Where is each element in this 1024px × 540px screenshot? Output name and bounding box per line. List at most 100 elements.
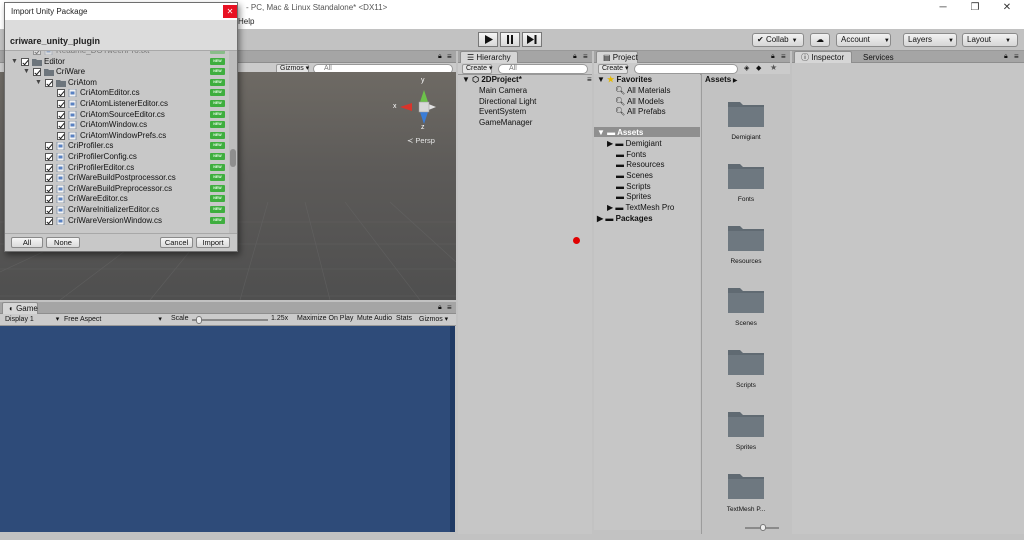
- expand-arrow-icon[interactable]: ▼: [11, 58, 18, 65]
- include-checkbox[interactable]: [33, 51, 41, 55]
- file-list-row[interactable]: CriWareInitializerEditor.cs NEW: [5, 205, 229, 216]
- favorites-row[interactable]: ▼ ★ Favorites: [597, 74, 652, 85]
- layers-button[interactable]: Layers ▼: [903, 33, 957, 47]
- asset-tile[interactable]: TextMesh P...: [716, 470, 776, 513]
- pause-button[interactable]: [500, 32, 520, 47]
- include-checkbox[interactable]: [45, 184, 53, 193]
- lock-icon[interactable]: 🔒︎: [771, 53, 775, 61]
- include-checkbox[interactable]: [45, 206, 53, 214]
- project-search-input[interactable]: [634, 64, 738, 74]
- file-list-row[interactable]: CriWareVersionWindow.cs NEW: [5, 216, 229, 227]
- lock-icon[interactable]: 🔒︎: [573, 53, 577, 61]
- favorite-item[interactable]: 🔍︎ All Materials: [615, 85, 671, 96]
- tab-hierarchy[interactable]: ☰ Hierarchy: [460, 51, 518, 63]
- mute-audio-toggle[interactable]: Mute Audio: [357, 315, 392, 322]
- file-list-row[interactable]: CriProfilerConfig.cs NEW: [5, 152, 229, 163]
- panel-menu-icon[interactable]: ≡: [781, 52, 786, 61]
- asset-folder-row[interactable]: ▬ Sprites: [616, 191, 651, 202]
- asset-tile[interactable]: Scenes: [716, 284, 776, 327]
- hierarchy-search-input[interactable]: All: [498, 64, 588, 74]
- minimize-icon[interactable]: ─: [928, 0, 958, 16]
- hierarchy-item[interactable]: EventSystem: [479, 106, 526, 117]
- hierarchy-create-button[interactable]: Create ▾: [462, 64, 492, 74]
- include-checkbox[interactable]: [45, 195, 53, 204]
- asset-folder-row[interactable]: ▶ ▬ Demigiant: [607, 138, 662, 149]
- asset-tile[interactable]: Sprites: [716, 408, 776, 451]
- panel-menu-icon[interactable]: ≡: [583, 52, 588, 61]
- include-checkbox[interactable]: [21, 57, 29, 66]
- include-checkbox[interactable]: [45, 78, 53, 87]
- file-list-row[interactable]: CriWareEditor.cs NEW: [5, 194, 229, 205]
- scene-menu-icon[interactable]: ≡: [587, 74, 592, 85]
- maximize-on-play-toggle[interactable]: Maximize On Play: [297, 315, 353, 322]
- include-checkbox[interactable]: [57, 110, 65, 119]
- game-view[interactable]: [0, 326, 455, 532]
- assets-breadcrumb[interactable]: Assets ▶: [705, 75, 738, 84]
- file-list-row[interactable]: CriWareBuildPreprocessor.cs NEW: [5, 184, 229, 195]
- file-list-row[interactable]: CriAtomSourceEditor.cs NEW: [5, 110, 229, 121]
- play-button[interactable]: [478, 32, 498, 47]
- menu-help[interactable]: Help: [238, 17, 254, 26]
- include-checkbox[interactable]: [45, 174, 53, 183]
- favorite-item[interactable]: 🔍︎ All Prefabs: [615, 106, 666, 117]
- include-checkbox[interactable]: [57, 100, 65, 108]
- file-list-row[interactable]: ▼ CriWare NEW: [5, 67, 229, 78]
- select-all-button[interactable]: All: [11, 237, 43, 248]
- tab-services[interactable]: Services: [856, 51, 898, 63]
- icon-size-slider-thumb[interactable]: [760, 524, 766, 531]
- asset-tile[interactable]: Demigiant: [716, 98, 776, 141]
- file-list-row[interactable]: CriProfiler.cs NEW: [5, 141, 229, 152]
- include-checkbox[interactable]: [57, 131, 65, 140]
- tab-game[interactable]: ◐ Game: [2, 302, 38, 314]
- asset-tile[interactable]: Resources: [716, 222, 776, 265]
- panel-menu-icon[interactable]: ≡: [1014, 52, 1019, 61]
- packages-row[interactable]: ▶ ▬ Packages: [597, 213, 653, 224]
- cancel-button[interactable]: Cancel: [160, 237, 193, 248]
- orientation-gizmo[interactable]: y x z: [392, 77, 442, 136]
- file-list-row[interactable]: CriAtomWindow.cs NEW: [5, 120, 229, 131]
- include-checkbox[interactable]: [45, 142, 53, 151]
- include-checkbox[interactable]: [45, 153, 53, 161]
- asset-folder-row[interactable]: ▬ Resources: [616, 159, 664, 170]
- asset-folder-row[interactable]: ▶ ▬ TextMesh Pro: [607, 202, 674, 213]
- panel-menu-icon[interactable]: ≡: [447, 52, 452, 61]
- step-button[interactable]: [522, 32, 542, 47]
- stats-toggle[interactable]: Stats: [396, 315, 412, 322]
- scale-slider[interactable]: [192, 319, 268, 321]
- filter-by-label-icon[interactable]: ◆: [756, 64, 761, 72]
- file-list-row[interactable]: CriAtomListenerEditor.cs NEW: [5, 99, 229, 110]
- file-list-row[interactable]: ▼ Editor NEW: [5, 57, 229, 68]
- layout-button[interactable]: Layout ▼: [962, 33, 1018, 47]
- tab-project[interactable]: ▤ Project: [596, 51, 638, 63]
- file-list-row[interactable]: ▼ CriAtom NEW: [5, 78, 229, 89]
- include-checkbox[interactable]: [45, 216, 53, 225]
- window-close-icon[interactable]: ✕: [992, 0, 1022, 16]
- dialog-scrollbar[interactable]: [229, 51, 237, 233]
- file-list-row[interactable]: CriProfilerEditor.cs NEW: [5, 163, 229, 174]
- game-view-scrollbar[interactable]: [450, 326, 455, 532]
- panel-menu-icon[interactable]: ≡: [447, 303, 452, 312]
- collab-button[interactable]: ✔ Collab ▼: [752, 33, 804, 47]
- game-gizmos-button[interactable]: Gizmos ▾: [419, 315, 448, 323]
- favorite-star-icon[interactable]: ★: [770, 63, 777, 72]
- expand-arrow-icon[interactable]: ▼: [23, 68, 30, 75]
- include-checkbox[interactable]: [57, 121, 65, 130]
- expand-arrow-icon[interactable]: ▼: [35, 79, 42, 86]
- asset-tile[interactable]: Scripts: [716, 346, 776, 389]
- asset-tile[interactable]: Fonts: [716, 160, 776, 203]
- assets-row[interactable]: ▼ ▬ Assets: [597, 127, 643, 138]
- hierarchy-item[interactable]: GameManager: [479, 117, 532, 128]
- include-checkbox[interactable]: [33, 68, 41, 77]
- include-checkbox[interactable]: [57, 89, 65, 98]
- hierarchy-item[interactable]: Main Camera: [479, 85, 527, 96]
- lock-icon[interactable]: 🔒︎: [1004, 53, 1008, 61]
- project-create-button[interactable]: Create ▾: [598, 64, 628, 74]
- filter-by-type-icon[interactable]: ◈: [744, 64, 749, 72]
- file-list-row[interactable]: CriAtomWindowPrefs.cs NEW: [5, 131, 229, 142]
- dialog-scrollbar-thumb[interactable]: [230, 149, 236, 167]
- persp-label[interactable]: ≺ Persp: [407, 136, 435, 145]
- scale-slider-thumb[interactable]: [196, 316, 203, 324]
- lock-icon[interactable]: 🔒︎: [438, 53, 442, 61]
- tab-inspector[interactable]: ⓘ Inspector: [794, 51, 852, 63]
- file-list-row[interactable]: CriWareBuildPostprocessor.cs NEW: [5, 173, 229, 184]
